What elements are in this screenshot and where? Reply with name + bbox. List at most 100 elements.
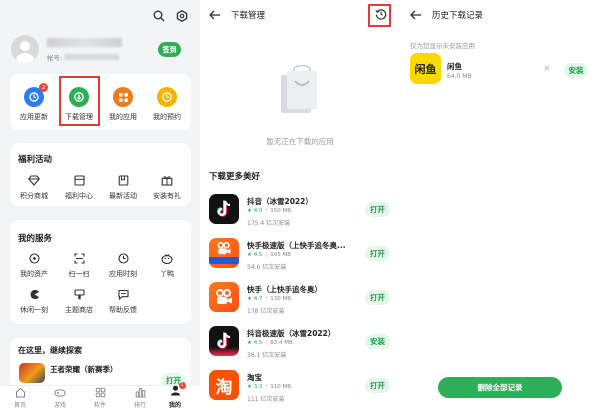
app-install-count: 175.4 亿次安装 xyxy=(247,220,291,227)
star-icon: ★ xyxy=(247,296,254,302)
app-rating-size: ★ 4.7 | 130 MB xyxy=(247,296,292,302)
xianyu-app-icon: 闲鱼 xyxy=(410,53,441,84)
diamond-icon xyxy=(28,175,40,186)
app-size: 150 MB xyxy=(270,208,292,214)
theme-store-button[interactable]: 主题商店 xyxy=(57,289,101,315)
update-icon: 2 xyxy=(24,83,48,107)
gift-icon xyxy=(161,176,173,186)
empty-shopping-bag-illustration xyxy=(281,65,317,113)
taobao-app-icon: 淘 xyxy=(209,370,239,400)
my-apps-label: 我的应用 xyxy=(109,113,137,121)
app-list-item[interactable]: 淘淘宝 ★ 3.3 | 110 MB 111 亿次安装 打开 xyxy=(200,368,400,408)
app-moments-label: 应用时刻 xyxy=(109,270,137,278)
app-size: 105 MB xyxy=(270,252,292,258)
welfare-title: 福利活动 xyxy=(18,155,53,165)
delete-all-records-button[interactable]: 删除全部记录 xyxy=(438,377,562,398)
app-install-count: 111 亿次安装 xyxy=(247,396,285,403)
tab-mine[interactable]: 1 我的 xyxy=(155,382,195,409)
tab-games-label: 游戏 xyxy=(53,402,66,409)
services-card: 我的服务 我的资产 扫一扫 应用时刻 丫鸭 休闲一刻 主题商店 帮助反馈 xyxy=(10,220,191,324)
help-feedback-label: 帮助反馈 xyxy=(109,306,137,314)
scan-button[interactable]: 扫一扫 xyxy=(57,253,101,279)
star-icon: ★ xyxy=(247,208,254,214)
yaya-button[interactable]: 丫鸭 xyxy=(145,253,189,279)
mine-badge: 1 xyxy=(178,382,186,389)
tab-software[interactable]: 软件 xyxy=(80,387,120,409)
tab-games[interactable]: 游戏 xyxy=(40,387,80,409)
app-list-item[interactable]: 快手极速版（上快手追冬奥... ★ 4.5 | 105 MB 54.6 亿次安装 打开 xyxy=(200,236,400,276)
highlight-box-history xyxy=(368,4,391,27)
app-rating: 4.5 xyxy=(253,340,263,346)
explore-app-name: 王者荣耀（新赛季） xyxy=(50,365,118,374)
tab-ranking[interactable]: 排行 xyxy=(120,387,160,409)
my-apps-button[interactable]: 我的应用 xyxy=(101,87,145,122)
my-page-panel: 帐号: 签到 2 应用更新 下载管理 我的应用 我的预约 福利活动 积分商城 福… xyxy=(0,0,200,412)
app-size: 83.4 MB xyxy=(270,340,293,346)
history-item-name: 闲鱼 xyxy=(447,62,462,71)
blurred-account-id xyxy=(64,54,120,60)
app-action-button[interactable]: 打开 xyxy=(365,202,390,217)
leisure-button[interactable]: 休闲一刻 xyxy=(12,289,56,315)
app-size: 110 MB xyxy=(270,384,292,390)
app-action-button[interactable]: 打开 xyxy=(365,378,390,393)
app-install-count: 178 亿次安装 xyxy=(247,308,285,315)
blurred-username xyxy=(47,38,122,47)
app-action-button[interactable]: 打开 xyxy=(365,290,390,305)
kuaishou-lite-app-icon xyxy=(209,238,239,268)
app-moments-button[interactable]: 应用时刻 xyxy=(101,253,145,279)
tab-software-label: 软件 xyxy=(93,402,106,409)
douyin-app-icon xyxy=(209,194,239,224)
help-feedback-button[interactable]: 帮助反馈 xyxy=(101,289,145,315)
search-icon[interactable] xyxy=(152,9,166,23)
app-update-button[interactable]: 2 应用更新 xyxy=(12,83,56,122)
avatar[interactable] xyxy=(11,35,39,63)
theme-store-label: 主题商店 xyxy=(65,306,93,314)
app-list-item[interactable]: 抖音（冰雪2022） ★ 4.0 | 150 MB 175.4 亿次安装 打开 xyxy=(200,192,400,232)
star-icon: ★ xyxy=(247,252,254,258)
download-history-panel: 历史下载记录 仅为您显示未安装应用 闲鱼 闲鱼 64.0 MB × 安装 删除全… xyxy=(400,0,600,412)
app-name: 快手极速版（上快手追冬奥... xyxy=(247,241,346,250)
app-rating-size: ★ 4.5 | 83.4 MB xyxy=(247,340,293,346)
app-action-button[interactable]: 打开 xyxy=(365,246,390,261)
app-rating-size: ★ 3.3 | 110 MB xyxy=(247,384,292,390)
star-icon: ★ xyxy=(247,340,254,346)
settings-icon[interactable] xyxy=(175,9,189,23)
close-icon[interactable]: × xyxy=(543,64,551,74)
my-assets-button[interactable]: 我的资产 xyxy=(12,253,56,279)
signin-button[interactable]: 签到 xyxy=(158,42,181,57)
app-list-item[interactable]: 快手（上快手追冬奥） ★ 4.7 | 130 MB 178 亿次安装 打开 xyxy=(200,280,400,320)
home-icon xyxy=(15,387,25,398)
star-icon: ★ xyxy=(247,384,254,390)
latest-events-button[interactable]: 最新活动 xyxy=(101,175,145,201)
clock-outline-icon xyxy=(117,253,129,264)
page-title: 下载管理 xyxy=(231,11,266,21)
scan-label: 扫一扫 xyxy=(68,270,90,278)
tab-home[interactable]: 首页 xyxy=(0,387,40,409)
welfare-card: 福利活动 积分商城 福利中心 最新活动 安装有礼 xyxy=(10,143,191,206)
points-mall-button[interactable]: 积分商城 xyxy=(12,175,56,201)
app-list-item[interactable]: 抖音极速版（冰雪2022） ★ 4.5 | 83.4 MB 36.1 亿次安装 安装 xyxy=(200,324,400,364)
welfare-center-label: 福利中心 xyxy=(65,192,93,200)
section-title: 下载更多美好 xyxy=(209,172,261,182)
chat-icon xyxy=(117,289,129,300)
install-button[interactable]: 安装 xyxy=(564,63,588,78)
app-rating-size: ★ 4.0 | 150 MB xyxy=(247,208,292,214)
back-arrow-icon[interactable] xyxy=(208,8,222,22)
yaya-label: 丫鸭 xyxy=(160,270,174,278)
my-reservations-button[interactable]: 我的预约 xyxy=(145,87,189,122)
back-arrow-icon[interactable] xyxy=(409,8,423,22)
bottom-tab-bar: 首页 游戏 软件 排行 1 我的 xyxy=(0,382,200,412)
tab-mine-label: 我的 xyxy=(168,402,181,409)
history-item[interactable]: 闲鱼 闲鱼 64.0 MB × 安装 xyxy=(400,50,600,90)
scan-icon xyxy=(73,253,85,264)
app-name: 淘宝 xyxy=(247,373,262,382)
clock-icon xyxy=(157,87,177,107)
honor-of-kings-app-icon xyxy=(19,363,45,383)
leisure-label: 休闲一刻 xyxy=(20,306,48,314)
app-action-button[interactable]: 安装 xyxy=(365,334,390,349)
tab-ranking-label: 排行 xyxy=(133,402,146,409)
welfare-center-button[interactable]: 福利中心 xyxy=(57,175,101,201)
package-icon xyxy=(73,175,85,186)
app-rating: 4.7 xyxy=(253,296,263,302)
install-gift-button[interactable]: 安装有礼 xyxy=(145,175,189,201)
